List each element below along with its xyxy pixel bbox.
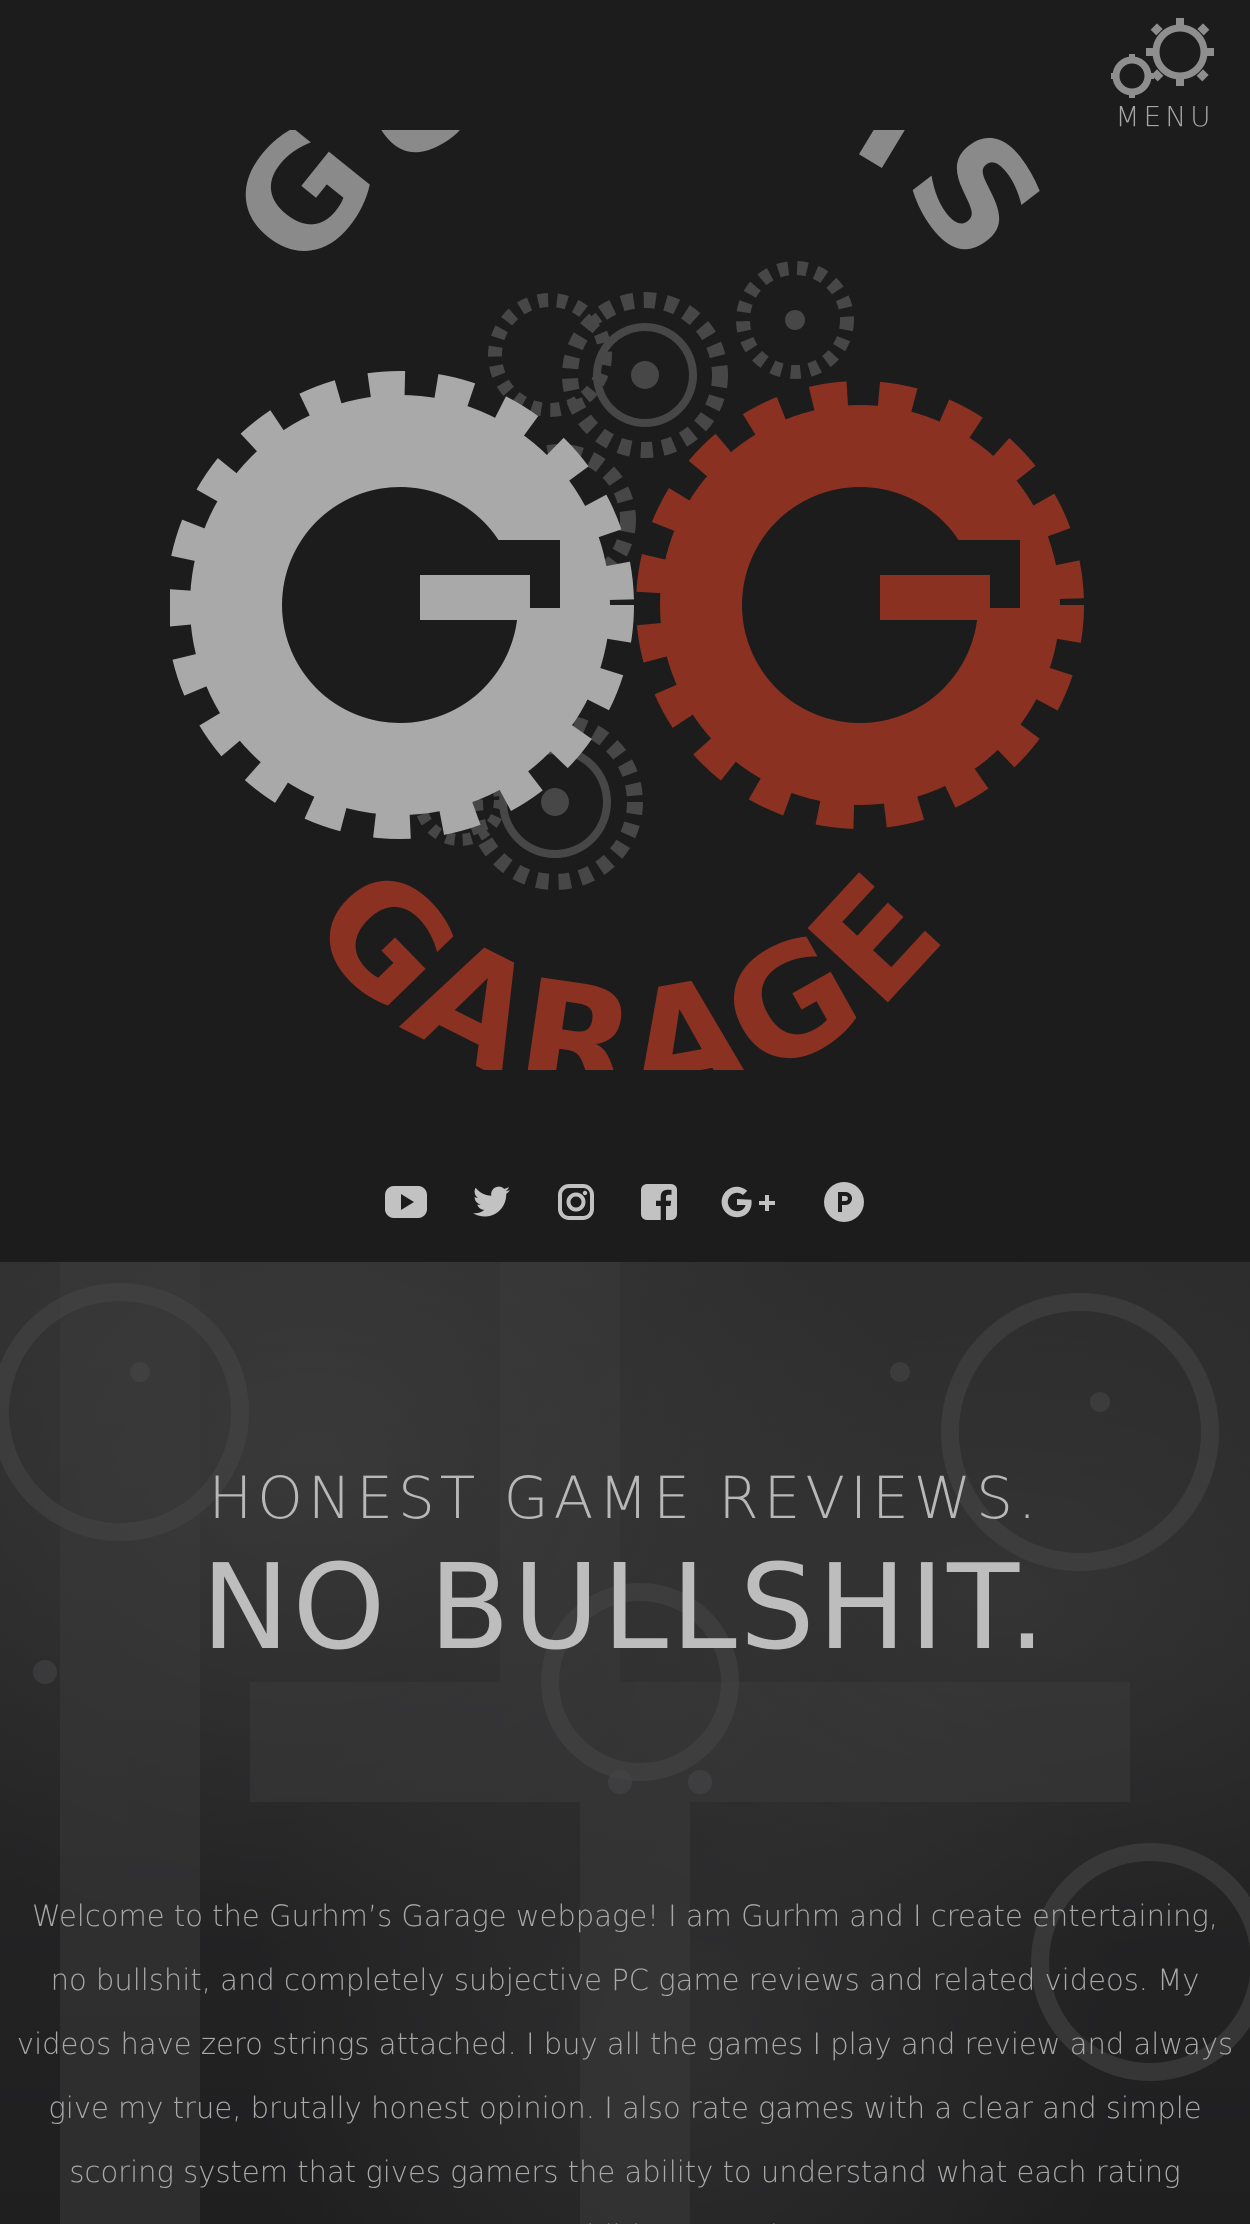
- intro-paragraph: Welcome to the Gurhm’s Garage webpage! I…: [16, 1899, 1234, 2224]
- svg-text:GARAGE: GARAGE: [278, 835, 981, 1070]
- youtube-icon[interactable]: [384, 1180, 428, 1224]
- hero-tagline: HONEST GAME REVIEWS.: [208, 1464, 1042, 1532]
- hero-section: HONEST GAME REVIEWS. NO BULLSHIT. Welcom…: [0, 1262, 1250, 2224]
- gurhms-garage-logo: GURHMS: [166, 0, 1084, 1137]
- gears-icon: [1111, 18, 1214, 98]
- google-plus-icon[interactable]: [720, 1180, 776, 1224]
- svg-text:GURHMS: GURHMS: [198, 130, 1082, 300]
- social-links: [0, 1180, 1250, 1230]
- hero-headline: NO BULLSHIT.: [201, 1538, 1049, 1676]
- menu-label: MENU: [1115, 100, 1215, 133]
- facebook-icon[interactable]: [637, 1180, 681, 1224]
- site-logo[interactable]: GURHMS: [166, 0, 1090, 1137]
- twitter-icon[interactable]: [470, 1180, 514, 1224]
- logo-bottom-text: GARAGE: [278, 835, 971, 1138]
- logo-top-text: GURHMS: [198, 0, 1072, 300]
- instagram-icon[interactable]: [554, 1180, 598, 1224]
- patreon-icon[interactable]: [822, 1180, 866, 1224]
- menu-button[interactable]: MENU: [1110, 14, 1220, 136]
